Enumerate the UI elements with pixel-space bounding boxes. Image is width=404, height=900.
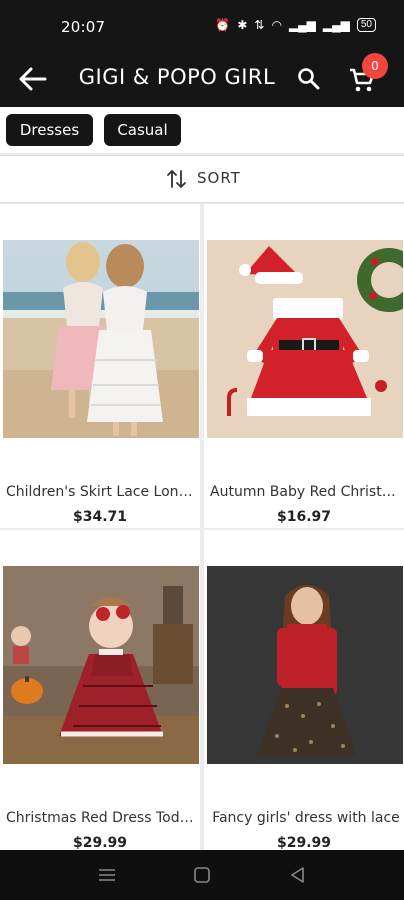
- bluetooth-icon: ✱: [237, 18, 248, 32]
- product-price: $29.99: [276, 835, 332, 850]
- product-card[interactable]: Autumn Baby Red Christmas Dress $16.97: [204, 204, 404, 528]
- status-icons: ⏰ ✱ ⇅ ◠ ▂▄▆ ▂▄▆ 50: [215, 18, 376, 32]
- product-card[interactable]: Fancy girls' dress with lace $29.99: [204, 530, 404, 850]
- sort-label: SORT: [197, 169, 241, 187]
- app-bar: GIGI & POPO GIRL 0: [0, 52, 404, 107]
- product-name: Children's Skirt Lace Long Dress: [6, 484, 198, 500]
- product-card[interactable]: Children's Skirt Lace Long Dress $34.71: [0, 204, 200, 528]
- home-icon[interactable]: [191, 865, 213, 885]
- signal-icon-2: ▂▄▆: [322, 18, 350, 32]
- alarm-icon: ⏰: [215, 18, 231, 32]
- wifi-icon: ◠: [271, 18, 282, 32]
- product-card[interactable]: Christmas Red Dress Toddler $29.99: [0, 530, 200, 850]
- product-grid: Children's Skirt Lace Long Dress $34.71: [0, 204, 404, 850]
- product-price: $34.71: [72, 509, 128, 525]
- product-image[interactable]: [3, 240, 199, 438]
- filter-chip-dresses[interactable]: Dresses: [6, 114, 93, 146]
- status-bar: 20:07 ⏰ ✱ ⇅ ◠ ▂▄▆ ▂▄▆ 50: [0, 0, 404, 52]
- product-name: Fancy girls' dress with lace: [212, 810, 400, 826]
- cart-count-badge: 0: [362, 53, 388, 79]
- product-name: Autumn Baby Red Christmas Dress: [210, 484, 402, 500]
- product-image[interactable]: [3, 566, 199, 764]
- back-nav-icon[interactable]: [287, 865, 309, 885]
- recent-apps-icon[interactable]: [96, 865, 118, 885]
- filter-chip-casual[interactable]: Casual: [104, 114, 181, 146]
- product-price: $29.99: [72, 835, 128, 850]
- sort-button[interactable]: SORT: [0, 155, 404, 203]
- product-price: $16.97: [276, 509, 332, 525]
- system-navigation-bar: [0, 850, 404, 900]
- data-speed-icon: ⇅: [254, 18, 265, 32]
- product-image[interactable]: [207, 566, 403, 764]
- product-image[interactable]: [207, 240, 403, 438]
- filter-chip-row: Dresses Casual: [0, 107, 404, 153]
- sort-icon: [167, 169, 186, 189]
- status-time: 20:07: [61, 18, 106, 36]
- product-name: Christmas Red Dress Toddler: [6, 810, 198, 826]
- signal-icon: ▂▄▆: [288, 18, 316, 32]
- search-icon[interactable]: [296, 66, 322, 92]
- battery-icon: 50: [356, 18, 376, 32]
